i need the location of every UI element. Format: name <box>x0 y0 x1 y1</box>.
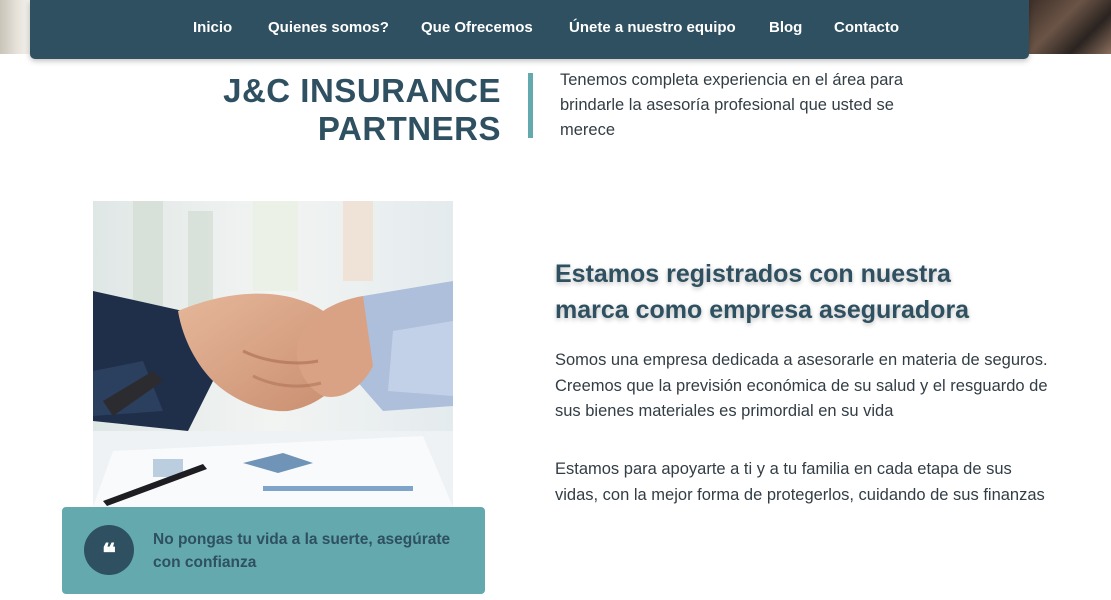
quote-text: No pongas tu vida a la suerte, asegúrate… <box>153 531 451 571</box>
hero-tagline: Tenemos completa experiencia en el área … <box>560 71 904 139</box>
nav-item-contacto[interactable]: Contacto <box>834 19 899 36</box>
header-background-image-right <box>1027 0 1111 54</box>
handshake-photo <box>93 201 453 507</box>
about-paragraph-1: Somos una empresa dedicada a asesorarle … <box>555 351 1048 420</box>
hero-divider <box>528 73 533 138</box>
section-heading: Estamos registrados con nuestra marca co… <box>555 260 970 324</box>
brand-title-line2: PARTNERS <box>317 110 501 147</box>
nav-list: Inicio Quienes somos? Que Ofrecemos Únet… <box>30 0 1029 56</box>
header-background-image-left <box>0 0 30 54</box>
quote-card: ❝ No pongas tu vida a la suerte, asegúra… <box>62 507 485 594</box>
nav-item-blog[interactable]: Blog <box>769 19 802 36</box>
brand-title: J&C INSURANCE PARTNERS <box>223 72 501 148</box>
quote-icon: ❝ <box>84 525 134 575</box>
about-paragraph-2: Estamos para apoyarte a ti y a tu famili… <box>555 460 1045 504</box>
brand-title-line1: J&C INSURANCE <box>223 72 501 109</box>
nav-item-inicio[interactable]: Inicio <box>193 19 232 36</box>
main-navigation: Inicio Quienes somos? Que Ofrecemos Únet… <box>30 0 1029 59</box>
handshake-illustration <box>93 201 453 507</box>
nav-item-quienes-somos[interactable]: Quienes somos? <box>268 19 389 36</box>
page: Inicio Quienes somos? Que Ofrecemos Únet… <box>0 0 1111 600</box>
nav-item-que-ofrecemos[interactable]: Que Ofrecemos <box>421 19 533 36</box>
nav-item-unete-equipo[interactable]: Únete a nuestro equipo <box>569 19 736 36</box>
